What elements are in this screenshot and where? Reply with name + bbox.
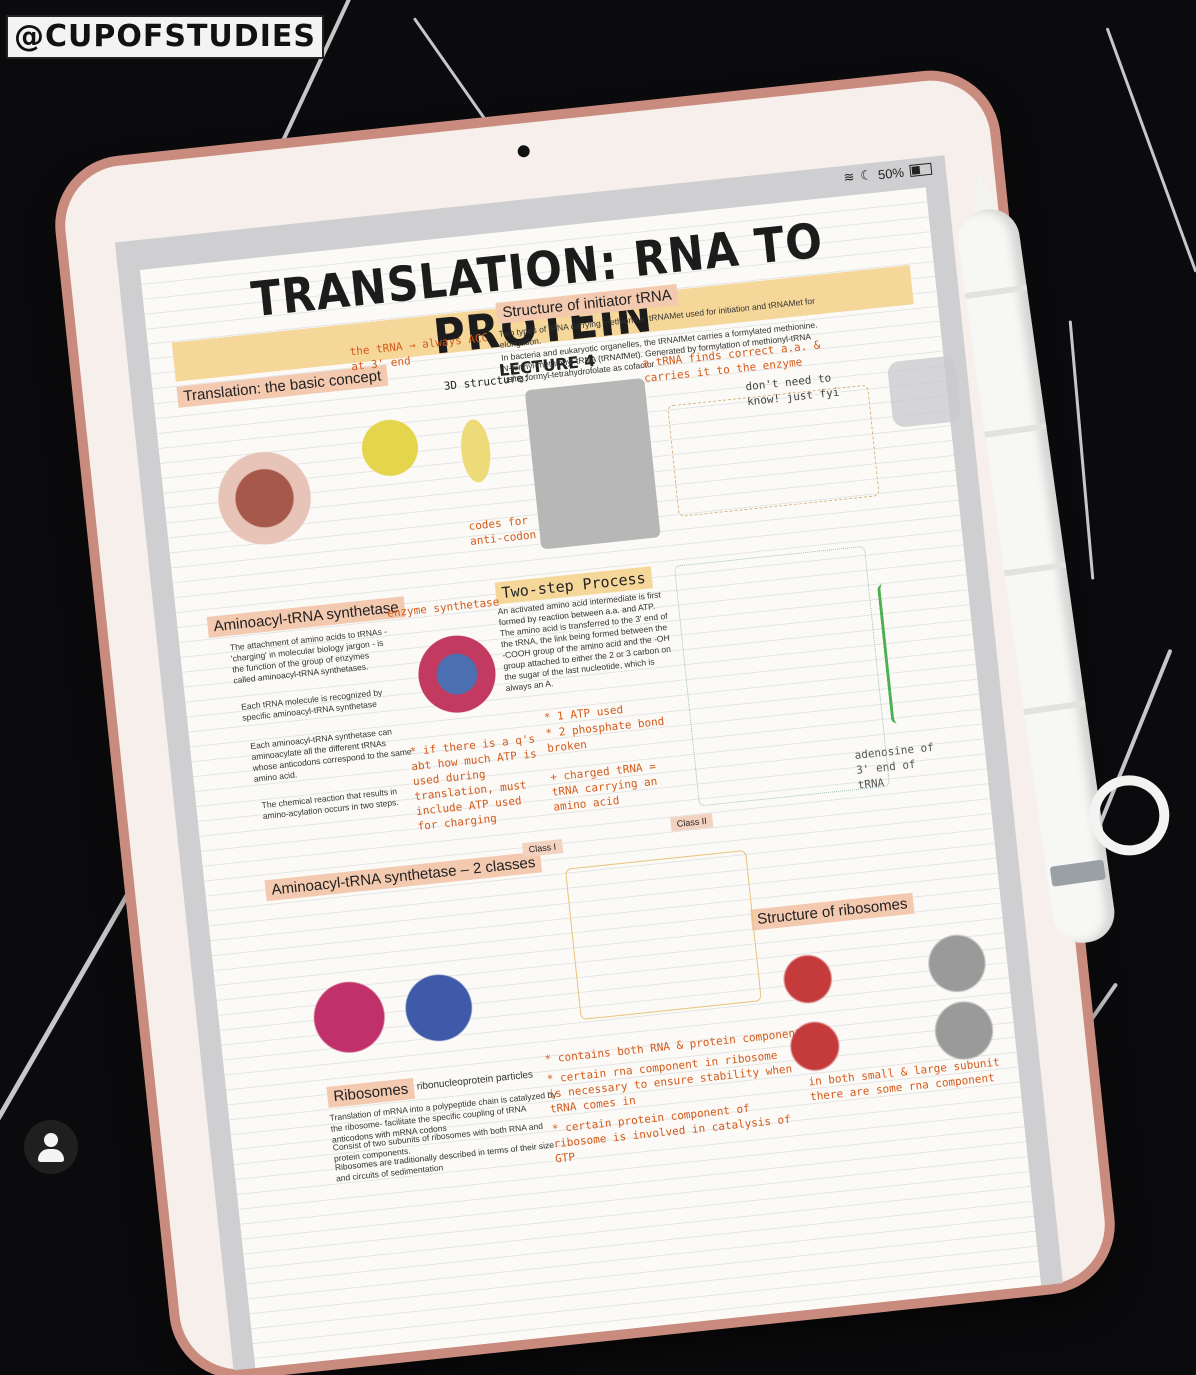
label-class-1: Class I <box>522 839 563 858</box>
battery-percent: 50% <box>877 164 905 182</box>
user-icon-body <box>38 1149 64 1162</box>
figure-trna-cloverleaf <box>333 379 448 530</box>
note-aminoacyl-2: Each tRNA molecule is recognized by spec… <box>240 687 383 723</box>
wifi-icon: ≋ <box>842 168 856 185</box>
hand-atp-question: * if there is a q's abt how much ATP is … <box>409 732 538 834</box>
note-aminoacyl-4: The chemical reaction that results in am… <box>261 786 400 822</box>
marble-vein <box>1068 320 1095 580</box>
marble-vein <box>0 858 150 1122</box>
moon-icon: ☾ <box>859 167 873 184</box>
figure-initiator-trna <box>524 377 661 550</box>
figure-class-reactions <box>564 849 762 1021</box>
ipad: ≋ ☾ 50% TRANSLATION: RNA TO PROTEIN LECT… <box>59 74 1111 1375</box>
watermark: @CUPOFSTUDIES <box>6 15 324 59</box>
figure-two-step-diagram <box>673 545 891 807</box>
camera <box>517 144 531 158</box>
ipad-screen: ≋ ☾ 50% TRANSLATION: RNA TO PROTEIN LECT… <box>114 155 1063 1371</box>
figure-synthetase-protein <box>403 611 535 734</box>
battery-icon <box>909 162 933 177</box>
heading-two-classes: Aminoacyl-tRNA synthetase – 2 classes <box>264 851 543 902</box>
label-class-2: Class II <box>670 813 714 832</box>
profile-button[interactable] <box>24 1120 78 1174</box>
figure-ribosome-structure <box>753 913 1018 1089</box>
note-aminoacyl-3: Each aminoacyl-tRNA synthetase can amino… <box>249 726 413 784</box>
assistive-touch-button[interactable] <box>886 355 962 429</box>
marble-vein <box>1105 27 1196 273</box>
figure-class-proteins <box>294 956 504 1068</box>
figure-trna-structure <box>876 576 975 724</box>
figure-trna-3d <box>445 393 507 509</box>
heading-ribosomes: Ribosomes <box>326 1077 416 1108</box>
figure-enzyme-pathway <box>667 384 880 518</box>
ribosomes-subtitle: ribonucleoprotein particles <box>416 1069 534 1093</box>
note-aminoacyl-1: The attachment of amino acids to tRNAs -… <box>229 626 388 686</box>
hand-charged-trna: + charged tRNA = tRNA carrying an amino … <box>549 759 658 814</box>
status-bar: ≋ ☾ 50% <box>843 161 933 186</box>
user-icon <box>44 1133 58 1147</box>
figure-translation-diagram <box>185 401 341 566</box>
